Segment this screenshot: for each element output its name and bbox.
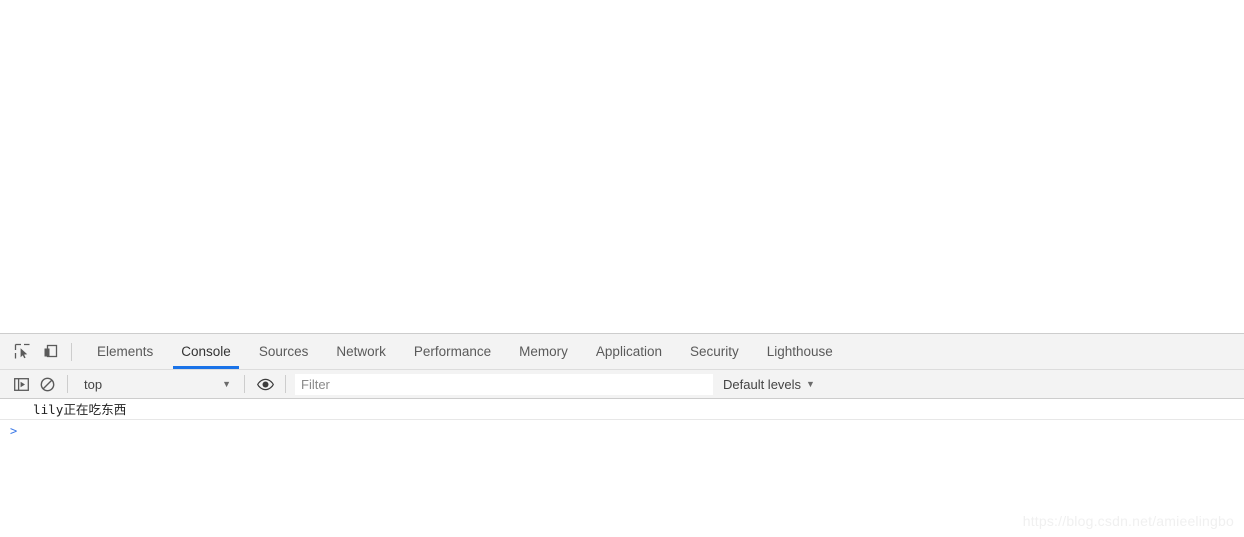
console-message-text: lily正在吃东西 xyxy=(33,401,127,417)
filterbar-divider-2 xyxy=(244,375,245,393)
toolbar-divider xyxy=(71,342,72,361)
tab-label: Sources xyxy=(258,344,309,359)
chevron-down-icon: ▼ xyxy=(806,378,815,389)
watermark: https://blog.csdn.net/amieelingbo xyxy=(1022,513,1234,529)
tab-label: Application xyxy=(595,344,662,359)
console-output: lily正在吃东西 > xyxy=(0,399,1244,442)
filter-input[interactable] xyxy=(295,373,713,395)
page-viewport xyxy=(0,0,1244,333)
console-prompt-row[interactable]: > xyxy=(0,420,1244,442)
filterbar-divider-3 xyxy=(285,375,286,393)
tab-console[interactable]: Console xyxy=(167,334,245,369)
tab-application[interactable]: Application xyxy=(582,334,676,369)
log-levels-select[interactable]: Default levels ▼ xyxy=(723,377,815,392)
eye-icon[interactable] xyxy=(252,372,278,396)
tab-label: Memory xyxy=(519,344,568,359)
devtools-tabbar: Elements Console Sources Network Perform… xyxy=(0,334,1244,370)
device-toolbar-icon[interactable] xyxy=(36,338,64,366)
devtools-tabs: Elements Console Sources Network Perform… xyxy=(83,334,847,369)
tab-sources[interactable]: Sources xyxy=(245,334,323,369)
console-sidebar-icon[interactable] xyxy=(8,372,34,396)
tab-lighthouse[interactable]: Lighthouse xyxy=(753,334,847,369)
chevron-down-icon: ▼ xyxy=(222,378,231,389)
tab-label: Security xyxy=(689,344,739,359)
log-levels-label: Default levels xyxy=(723,376,802,392)
tab-label: Network xyxy=(336,344,386,359)
tab-label: Elements xyxy=(97,344,154,359)
execution-context-value: top xyxy=(84,376,103,392)
tab-performance[interactable]: Performance xyxy=(400,334,505,369)
console-filterbar: top ▼ Default levels ▼ xyxy=(0,370,1244,399)
devtools-tool-icons xyxy=(0,334,79,369)
tab-memory[interactable]: Memory xyxy=(505,334,582,369)
prompt-caret-icon: > xyxy=(10,424,18,438)
devtools-panel: Elements Console Sources Network Perform… xyxy=(0,333,1244,537)
tab-network[interactable]: Network xyxy=(322,334,400,369)
filterbar-divider-1 xyxy=(67,375,68,393)
tab-label: Performance xyxy=(413,344,492,359)
console-message-row[interactable]: lily正在吃东西 xyxy=(0,399,1244,420)
tab-label: Console xyxy=(181,344,231,359)
tab-elements[interactable]: Elements xyxy=(83,334,167,369)
inspect-element-icon[interactable] xyxy=(8,338,36,366)
clear-console-icon[interactable] xyxy=(34,372,60,396)
tab-security[interactable]: Security xyxy=(676,334,753,369)
tab-label: Lighthouse xyxy=(766,344,833,359)
execution-context-select[interactable]: top ▼ xyxy=(75,373,237,395)
